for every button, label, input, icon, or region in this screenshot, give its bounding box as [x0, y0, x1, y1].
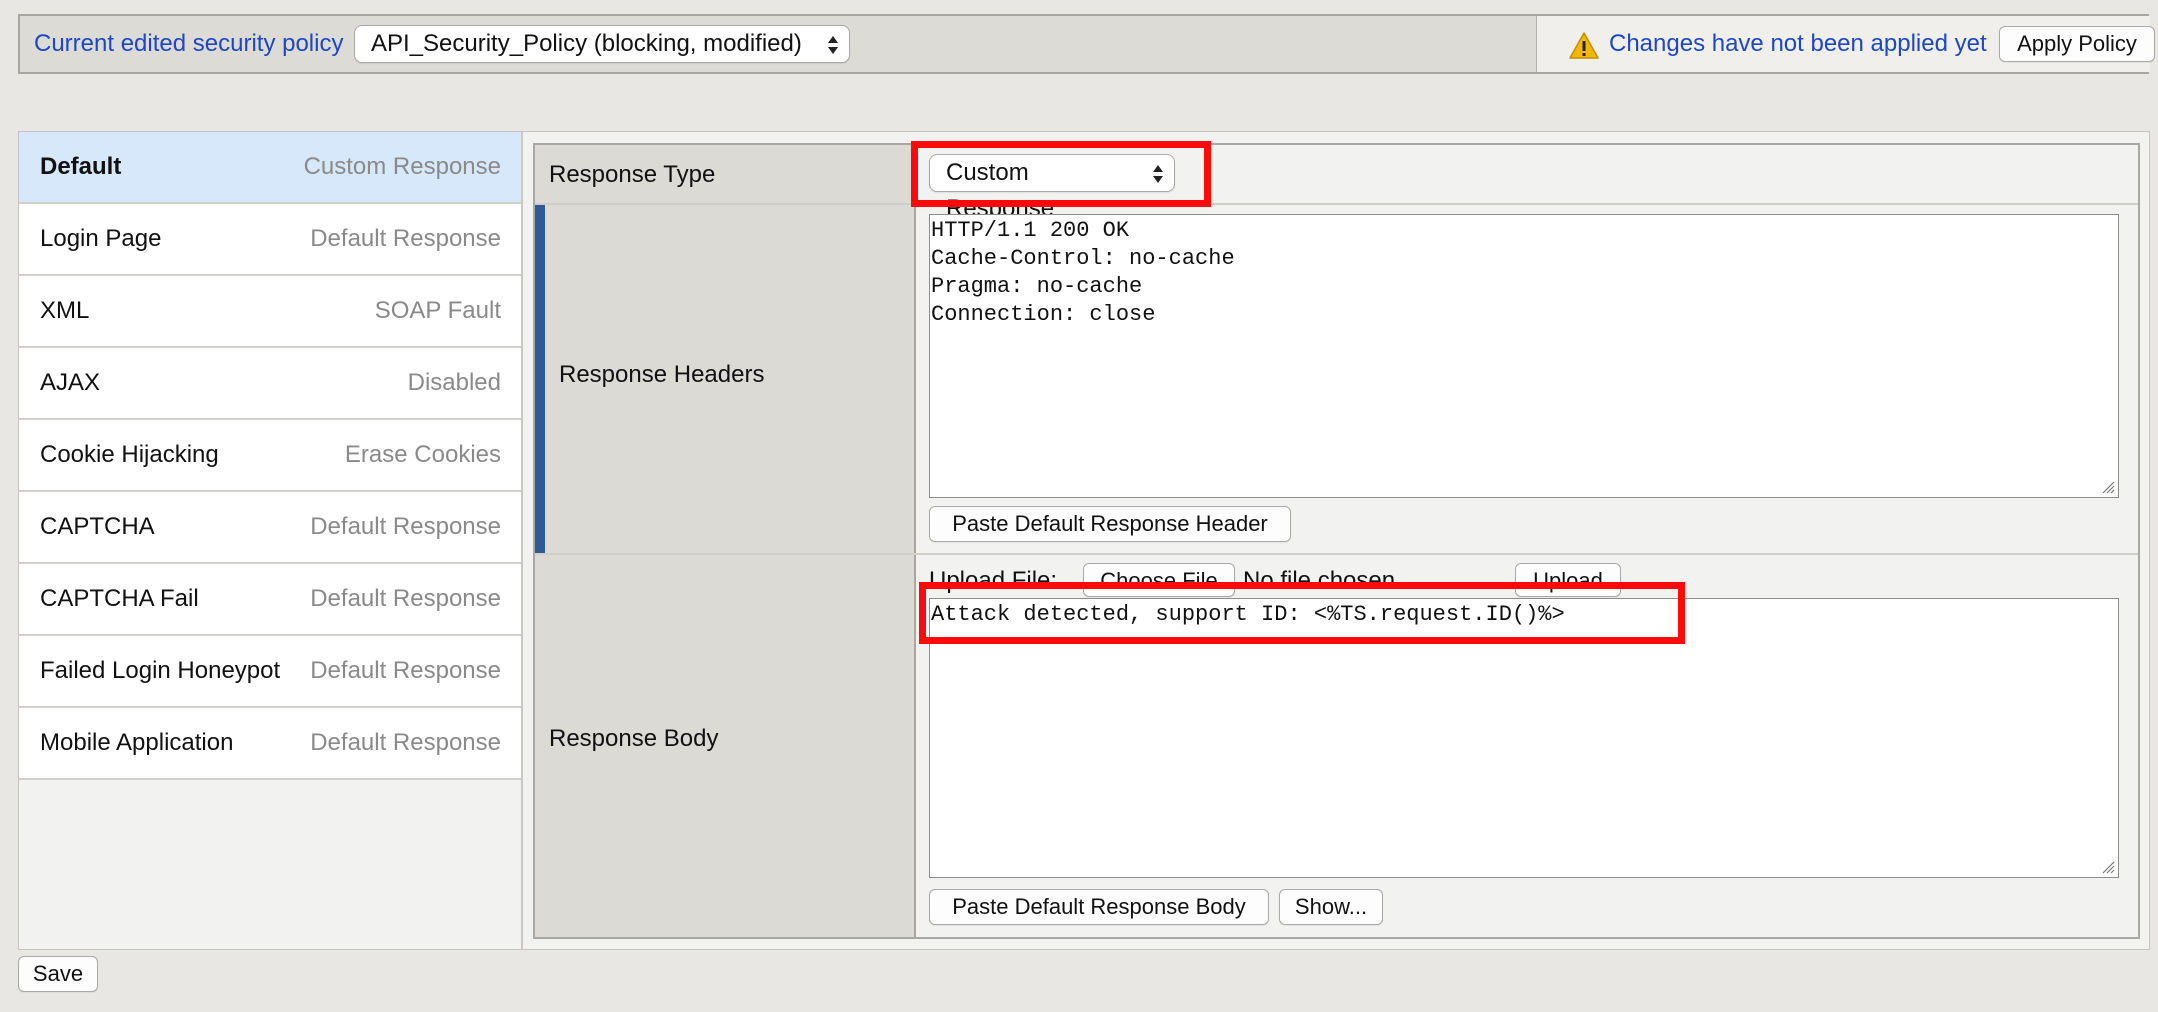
apply-policy-button[interactable]: Apply Policy: [1999, 26, 2155, 62]
resize-grip-icon[interactable]: [2101, 860, 2115, 874]
response-body-label: Response Body: [549, 725, 719, 752]
response-settings-panel: Response Type Custom Response Response H…: [533, 141, 2140, 939]
policy-select-value: API_Security_Policy (blocking, modified): [371, 30, 802, 57]
list-item-type: Default Response: [310, 225, 501, 252]
list-item-type: Default Response: [310, 729, 501, 756]
show-button[interactable]: Show...: [1279, 889, 1383, 925]
resize-grip-icon[interactable]: [2101, 480, 2115, 494]
list-item-captcha[interactable]: CAPTCHA Default Response: [19, 492, 521, 564]
list-item-name: CAPTCHA Fail: [40, 585, 199, 612]
row-divider: [535, 553, 2138, 555]
active-row-indicator: [535, 205, 545, 553]
apply-status-message: Changes have not been applied yet: [1609, 30, 1987, 57]
policy-label[interactable]: Current edited security policy: [34, 30, 343, 58]
row-divider: [535, 203, 2138, 205]
list-item-type: Default Response: [310, 657, 501, 684]
warning-icon: [1569, 32, 1599, 59]
list-item-mobile-application[interactable]: Mobile Application Default Response: [19, 708, 521, 780]
list-item-xml[interactable]: XML SOAP Fault: [19, 276, 521, 348]
list-item-name: XML: [40, 297, 90, 324]
list-item-type: Erase Cookies: [344, 441, 501, 468]
list-item-type: SOAP Fault: [374, 297, 501, 324]
response-type-label: Response Type: [549, 161, 716, 188]
list-item-failed-login-honeypot[interactable]: Failed Login Honeypot Default Response: [19, 636, 521, 708]
list-item-login-page[interactable]: Login Page Default Response: [19, 204, 521, 276]
save-button[interactable]: Save: [18, 956, 98, 992]
response-headers-label: Response Headers: [559, 361, 765, 388]
policy-select[interactable]: API_Security_Policy (blocking, modified): [354, 25, 850, 63]
list-item-name: AJAX: [40, 369, 101, 396]
list-item-name: Cookie Hijacking: [40, 441, 219, 468]
list-item-name: Login Page: [40, 225, 162, 252]
response-page-list: Default Custom Response Login Page Defau…: [19, 132, 523, 949]
list-item-cookie-hijacking[interactable]: Cookie Hijacking Erase Cookies: [19, 420, 521, 492]
list-item-type: Disabled: [407, 369, 501, 396]
list-item-name: CAPTCHA: [40, 513, 155, 540]
select-arrows-icon: [828, 36, 838, 54]
list-item-ajax[interactable]: AJAX Disabled: [19, 348, 521, 420]
response-headers-textarea[interactable]: HTTP/1.1 200 OK Cache-Control: no-cache …: [929, 214, 2119, 498]
list-item-type: Default Response: [310, 513, 501, 540]
list-item-type: Custom Response: [303, 153, 501, 180]
highlight-box: [911, 141, 1211, 207]
list-item-default[interactable]: Default Custom Response: [19, 132, 521, 204]
list-item-name: Failed Login Honeypot: [40, 657, 281, 684]
apply-policy-area: Changes have not been applied yet Apply …: [1536, 16, 2155, 72]
highlight-box: [919, 582, 1685, 644]
paste-default-body-button[interactable]: Paste Default Response Body: [929, 889, 1269, 925]
paste-default-header-button[interactable]: Paste Default Response Header: [929, 506, 1291, 542]
list-item-captcha-fail[interactable]: CAPTCHA Fail Default Response: [19, 564, 521, 636]
list-item-name: Default: [40, 153, 122, 180]
policy-toolbar: Current edited security policy API_Secur…: [18, 14, 2155, 74]
list-item-type: Default Response: [310, 585, 501, 612]
main-frame: Default Custom Response Login Page Defau…: [18, 131, 2150, 950]
list-item-name: Mobile Application: [40, 729, 234, 756]
